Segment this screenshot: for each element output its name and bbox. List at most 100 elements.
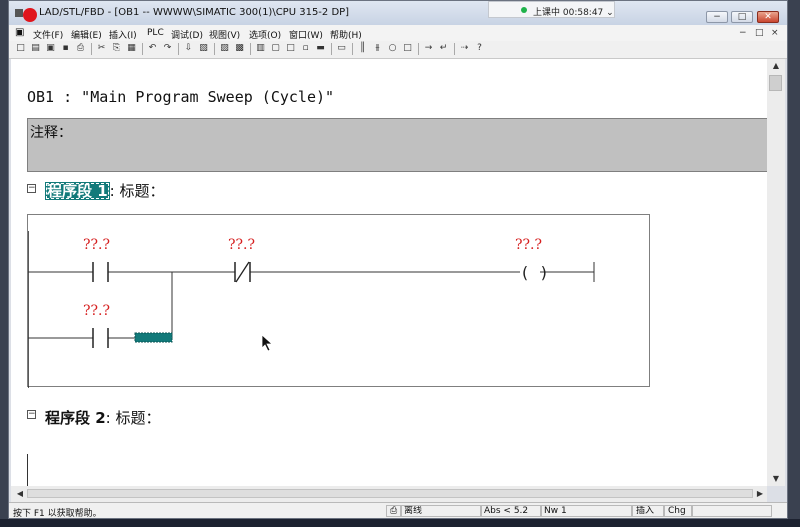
toolbar-separator <box>454 43 455 55</box>
module-info-icon[interactable]: ▧ <box>198 43 209 54</box>
new-icon[interactable]: □ <box>15 43 26 54</box>
paste-icon[interactable]: ▦ <box>126 43 137 54</box>
menu-edit[interactable]: 编辑(E) <box>71 28 102 41</box>
horizontal-scroll-thumb[interactable] <box>27 489 753 498</box>
toolbar-separator <box>142 43 143 55</box>
mdi-minimize-button[interactable]: − <box>739 28 747 38</box>
network-2-power-rail <box>27 454 28 486</box>
contact-1-no-icon <box>92 262 109 282</box>
session-label: 上课中 00:58:47 ⌄ <box>533 8 614 18</box>
window-title: LAD/STL/FBD - [OB1 -- WWWW\SIMATIC 300(1… <box>39 7 350 18</box>
coil-symbol: ( ) <box>520 263 549 282</box>
open-icon[interactable]: ▤ <box>30 43 41 54</box>
menu-plc[interactable]: PLC <box>147 28 164 38</box>
network-2-title-suffix: : 标题： <box>105 409 161 427</box>
menu-options[interactable]: 选项(O) <box>249 28 281 41</box>
mdi-close-button[interactable]: × <box>771 28 779 38</box>
status-empty-pane <box>692 505 772 517</box>
coil-address: ??.? <box>515 237 542 253</box>
taskbar-strip <box>0 519 800 527</box>
class-session-timer[interactable]: 上课中 00:58:47 ⌄ <box>488 1 615 18</box>
document-icon[interactable]: ▣ <box>15 27 24 38</box>
status-changed: Chg <box>664 505 692 517</box>
scroll-up-icon[interactable]: ▲ <box>767 59 785 73</box>
comment-label: 注释： <box>30 125 72 141</box>
editor-area[interactable]: OB1 : "Main Program Sweep (Cycle)" 注释： −… <box>11 59 767 486</box>
vertical-scroll-thumb[interactable] <box>769 75 782 91</box>
network-1-number[interactable]: 程序段 1 <box>45 182 110 200</box>
contact-1-address: ??.? <box>83 237 110 253</box>
cut-icon[interactable]: ✂ <box>96 43 107 54</box>
box-icon[interactable]: □ <box>402 43 413 54</box>
toolbar-separator <box>91 43 92 55</box>
title-bar[interactable]: LAD/STL/FBD - [OB1 -- WWWW\SIMATIC 300(1… <box>9 1 787 25</box>
desktop-right-edge <box>788 0 800 519</box>
horizontal-scrollbar[interactable]: ◀ ▶ <box>11 486 767 502</box>
mouse-cursor-icon <box>261 334 274 352</box>
menu-debug[interactable]: 调试(D) <box>171 28 203 41</box>
contact-no-icon[interactable]: ║ <box>357 43 368 54</box>
status-help-text: 按下 F1 以获取帮助。 <box>13 509 102 519</box>
monitor-icon[interactable]: ▨ <box>219 43 230 54</box>
network-1-title[interactable]: 程序段 1: 标题： <box>45 180 165 201</box>
toolbar: □ ▤ ▣ ▪ ⎙ ✂ ⎘ ▦ ↶ ↷ ⇩ ▧ ▨ ▩ ▥ ▢ □ ▫ ▬ ▭ ║ ⫵ ○ □ → ↵ ⇢? <box>9 41 787 59</box>
status-network: Nw 1 <box>540 505 632 517</box>
minimize-button[interactable]: − <box>706 11 728 23</box>
save-icon[interactable]: ▪ <box>60 43 71 54</box>
address-info-icon[interactable]: □ <box>285 43 296 54</box>
contact-3-no-icon <box>92 328 109 348</box>
details-icon[interactable]: ▥ <box>255 43 266 54</box>
network-1-ladder[interactable]: ( ) ??.? ??.? ??.? ??.? <box>27 214 650 388</box>
toggle-view-icon[interactable]: ▭ <box>336 43 347 54</box>
contact-2-address: ??.? <box>228 237 255 253</box>
toolbar-separator <box>214 43 215 55</box>
accessible-nodes-icon[interactable]: ▣ <box>45 43 56 54</box>
status-online-mode: 离线 <box>400 505 482 517</box>
menu-insert[interactable]: 插入(I) <box>109 28 137 41</box>
menu-file[interactable]: 文件(F) <box>33 28 63 41</box>
connection-icon[interactable]: ⇢ <box>459 43 470 54</box>
ladder-diagram: ( ) ??.? ??.? ??.? ??.? <box>28 231 595 388</box>
network-2-number[interactable]: 程序段 2 <box>45 409 106 427</box>
desktop-left-edge <box>0 0 8 519</box>
copy-icon[interactable]: ⎘ <box>111 43 122 54</box>
toolbar-separator <box>418 43 419 55</box>
block-title: OB1 : "Main Program Sweep (Cycle)" <box>27 88 335 106</box>
load-icon[interactable]: ⇩ <box>183 43 194 54</box>
branch-open-icon[interactable]: → <box>423 43 434 54</box>
toolbar-separator <box>178 43 179 55</box>
block-comment-field[interactable]: 注释： <box>27 118 767 172</box>
network-2-title[interactable]: 程序段 2: 标题： <box>45 407 161 428</box>
app-icon <box>15 9 23 17</box>
vertical-scrollbar[interactable]: ▲ ▼ <box>767 59 785 486</box>
toolbar-separator <box>352 43 353 55</box>
contact-nc-icon[interactable]: ⫵ <box>372 43 383 54</box>
close-button[interactable]: ✕ <box>757 11 779 23</box>
scroll-down-icon[interactable]: ▼ <box>767 472 785 486</box>
status-abs-address: Abs < 5.2 <box>480 505 542 517</box>
contact-2-nc-icon <box>234 261 251 283</box>
menu-help[interactable]: 帮助(H) <box>330 28 362 41</box>
menu-window[interactable]: 窗口(W) <box>289 28 323 41</box>
menu-bar: ▣ 文件(F) 编辑(E) 插入(I) PLC 调试(D) 视图(V) 选项(O… <box>9 25 787 41</box>
scroll-right-icon[interactable]: ▶ <box>751 487 769 501</box>
redo-icon[interactable]: ↷ <box>162 43 173 54</box>
status-insert-mode: 插入 <box>632 505 664 517</box>
coil-icon[interactable]: ○ <box>387 43 398 54</box>
help-icon[interactable]: ? <box>474 43 485 54</box>
record-indicator-icon <box>23 8 37 22</box>
mdi-restore-button[interactable]: □ <box>755 28 764 38</box>
branch-close-icon[interactable]: ↵ <box>438 43 449 54</box>
menu-view[interactable]: 视图(V) <box>209 28 240 41</box>
contact-3-address: ??.? <box>83 303 110 319</box>
network-icon[interactable]: ▬ <box>315 43 326 54</box>
comment-icon[interactable]: ▫ <box>300 43 311 54</box>
network-2-collapse-icon[interactable]: − <box>27 410 36 419</box>
print-icon[interactable]: ⎙ <box>75 43 86 54</box>
overview-icon[interactable]: ▩ <box>234 43 245 54</box>
insert-point-cursor <box>134 332 173 343</box>
undo-icon[interactable]: ↶ <box>147 43 158 54</box>
maximize-button[interactable]: □ <box>731 11 753 23</box>
symbol-info-icon[interactable]: ▢ <box>270 43 281 54</box>
network-1-collapse-icon[interactable]: − <box>27 184 36 193</box>
